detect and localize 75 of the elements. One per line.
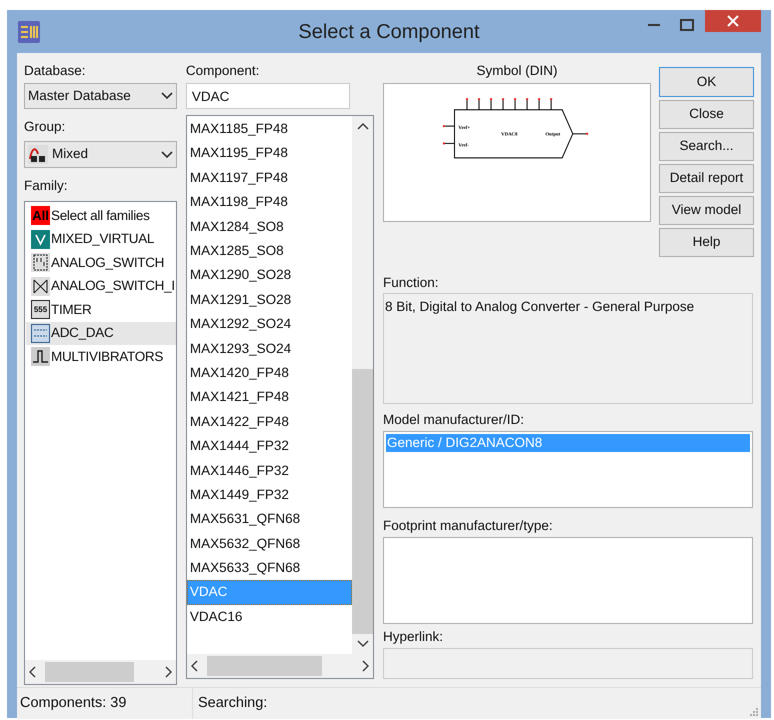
component-item[interactable]: MAX1449_FP32 — [186, 482, 352, 508]
component-item[interactable]: MAX5631_QFN68 — [186, 507, 352, 532]
group-dropdown[interactable]: Mixed — [24, 141, 177, 168]
minimize-icon — [648, 24, 660, 26]
scroll-left-icon[interactable] — [190, 660, 199, 672]
horizontal-scrollbar[interactable] — [186, 654, 373, 678]
maximize-icon — [680, 19, 694, 31]
dialog-button[interactable]: Detail report — [659, 164, 754, 193]
virtual-icon — [31, 230, 50, 249]
converter-icon — [31, 324, 50, 343]
component-item[interactable]: MAX5633_QFN68 — [186, 556, 352, 580]
component-item[interactable]: MAX1444_FP32 — [186, 434, 352, 458]
family-item[interactable]: 555 TIMER — [26, 298, 176, 322]
switch-icon — [31, 253, 50, 272]
dialog-button[interactable]: Search... — [659, 132, 754, 161]
component-item[interactable]: MAX1292_SO24 — [186, 312, 352, 337]
group-label: Group: — [24, 118, 66, 136]
component-item[interactable]: MAX1446_FP32 — [186, 458, 352, 483]
all-families-icon: All — [31, 206, 50, 226]
scroll-left-icon[interactable] — [29, 666, 37, 678]
database-dropdown[interactable]: Master Database — [24, 83, 177, 109]
close-button[interactable] — [705, 10, 761, 32]
close-icon — [727, 15, 739, 27]
family-item[interactable]: MIXED_VIRTUAL — [26, 228, 176, 251]
component-search-field[interactable]: VDAC — [186, 83, 350, 109]
horizontal-scrollbar[interactable] — [25, 660, 176, 684]
component-item[interactable]: MAX1197_FP48 — [186, 166, 352, 190]
switch-icon — [31, 276, 50, 296]
component-item[interactable]: MAX1291_SO28 — [186, 288, 352, 312]
family-item[interactable]: All Select all families — [26, 204, 176, 228]
vertical-scrollbar[interactable] — [352, 116, 373, 654]
app-icon — [18, 20, 40, 42]
component-item[interactable]: MAX5632_QFN68 — [186, 532, 352, 556]
component-item[interactable]: MAX1420_FP48 — [186, 360, 352, 386]
component-label: Component: — [186, 62, 260, 80]
model-label: Model manufacturer/ID: — [383, 411, 526, 429]
dialog-button[interactable]: Help — [659, 228, 754, 257]
family-item[interactable]: MULTIVIBRATORS — [26, 345, 176, 368]
component-item[interactable]: MAX1185_FP48 — [186, 117, 352, 142]
family-item[interactable]: ADC_DAC — [26, 322, 176, 345]
search-status: Searching: — [197, 694, 268, 713]
component-item[interactable]: VDAC16 — [186, 604, 352, 630]
scroll-right-icon[interactable] — [361, 660, 369, 672]
component-item[interactable]: MAX1284_SO8 — [186, 214, 352, 239]
pulse-icon — [31, 347, 50, 366]
dialog-button[interactable]: View model — [659, 196, 754, 225]
mixed-signal-icon — [28, 145, 48, 164]
component-item[interactable]: MAX1422_FP48 — [186, 410, 352, 434]
symbol-title: Symbol (DIN) — [475, 62, 558, 80]
function-box: 8 Bit, Digital to Analog Converter - General Purpose — [383, 293, 753, 404]
database-label: Database: — [24, 62, 87, 80]
component-item[interactable]: MAX1195_FP48 — [186, 141, 352, 166]
resize-grip-icon[interactable] — [749, 707, 759, 717]
component-item[interactable]: MAX1421_FP48 — [186, 385, 352, 410]
component-item[interactable]: MAX1198_FP48 — [186, 190, 352, 215]
window-title: Select a Component — [297, 20, 481, 44]
family-item[interactable]: ANALOG_SWITCH_I — [26, 274, 176, 298]
component-item[interactable]: MAX1285_SO8 — [186, 238, 352, 264]
components-count: Components: 39 — [17, 688, 193, 719]
scroll-thumb[interactable] — [45, 662, 134, 682]
family-item[interactable]: ANALOG_SWITCH — [26, 251, 176, 274]
function-label: Function: — [383, 274, 440, 292]
dialog-button[interactable]: Close — [659, 100, 754, 129]
hyperlink-label: Hyperlink: — [383, 628, 444, 646]
footprint-label: Footprint manufacturer/type: — [383, 517, 554, 535]
family-label: Family: — [24, 176, 68, 195]
component-item[interactable]: MAX1290_SO28 — [186, 263, 352, 288]
scroll-right-icon[interactable] — [164, 666, 172, 678]
dialog-button[interactable]: OK — [659, 67, 754, 97]
scroll-thumb[interactable] — [352, 369, 373, 634]
scroll-thumb[interactable] — [206, 656, 322, 676]
timer-icon: 555 — [31, 300, 50, 320]
scroll-up-icon[interactable] — [356, 122, 368, 130]
component-item[interactable]: MAX1293_SO24 — [186, 336, 352, 361]
scroll-down-icon[interactable] — [356, 640, 368, 648]
